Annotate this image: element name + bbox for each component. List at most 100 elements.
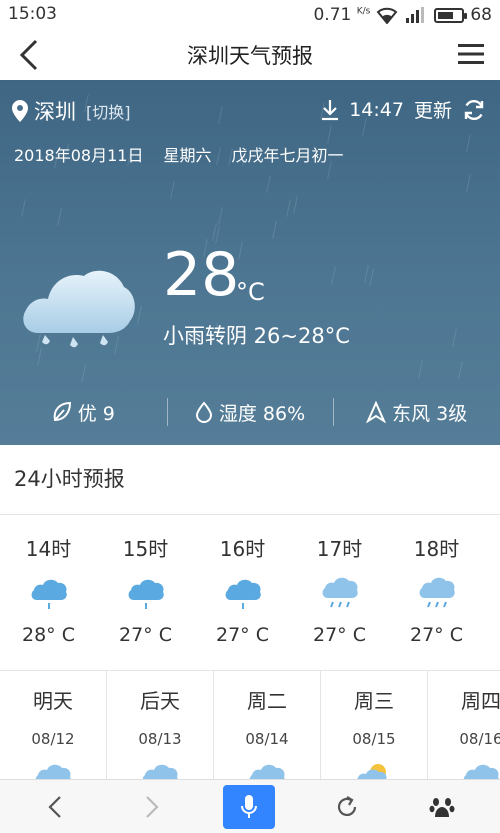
current-temperature: 28 bbox=[163, 240, 240, 310]
baidu-home-button[interactable] bbox=[415, 780, 469, 833]
baidu-paw-icon bbox=[429, 798, 455, 817]
day-date: 08/15 bbox=[352, 730, 396, 748]
page-title: 深圳天气预报 bbox=[187, 44, 313, 68]
leaf-icon bbox=[53, 401, 71, 422]
rain-streak bbox=[327, 125, 332, 143]
city-name: 深圳 bbox=[34, 100, 76, 124]
hour-label: 17时 bbox=[316, 537, 363, 561]
status-bar: 15:03 0.71 K/s 68 bbox=[0, 0, 500, 30]
sun-cloud-icon bbox=[354, 759, 394, 779]
humidity-value: 湿度 86% bbox=[218, 402, 306, 425]
nav-bar: 深圳天气预报 bbox=[0, 30, 500, 80]
rain-streak bbox=[466, 134, 471, 152]
rain-streak bbox=[170, 181, 175, 199]
browser-back-button[interactable] bbox=[28, 780, 82, 833]
hourly-forecast-title: 24小时预报 bbox=[14, 467, 125, 491]
daily-item[interactable]: 周二 08/14 bbox=[214, 671, 321, 779]
location-pin-icon bbox=[12, 100, 28, 122]
cloud-icon bbox=[247, 759, 287, 779]
chevron-right-icon bbox=[146, 796, 159, 818]
speed-unit: K/s bbox=[356, 6, 371, 17]
back-button[interactable] bbox=[14, 38, 44, 72]
update-time: 14:47 bbox=[349, 98, 404, 121]
weather-stats: 优 9 湿度 86% 东风 3级 bbox=[0, 380, 500, 444]
hour-label: 14时 bbox=[25, 537, 72, 561]
day-name: 周三 bbox=[354, 689, 394, 713]
lunar-date: 戊戌年七月初一 bbox=[231, 146, 344, 165]
hour-temperature: 27° C bbox=[119, 624, 172, 646]
update-info: 14:47 更新 bbox=[321, 96, 486, 123]
daily-item[interactable]: 周三 08/15 bbox=[321, 671, 428, 779]
daily-item[interactable]: 周四 08/16 bbox=[428, 671, 500, 779]
day-name: 周二 bbox=[247, 689, 287, 713]
battery-percent: 68 bbox=[470, 5, 492, 25]
daily-item[interactable]: 后天 08/13 bbox=[107, 671, 214, 779]
battery-icon bbox=[434, 7, 468, 23]
hourly-item: 16时 27° C bbox=[194, 515, 291, 670]
air-quality-value: 优 9 bbox=[77, 402, 115, 425]
hour-temperature: 28° C bbox=[22, 624, 75, 646]
switch-city-link[interactable]: [切换] bbox=[86, 99, 131, 123]
rain-streak bbox=[272, 221, 277, 239]
status-time: 15:03 bbox=[8, 4, 57, 24]
daily-item[interactable]: 明天 08/12 bbox=[0, 671, 107, 779]
cloud-icon bbox=[461, 759, 500, 779]
rain-streak bbox=[57, 208, 62, 226]
wind-direction-icon bbox=[366, 401, 387, 423]
download-icon[interactable] bbox=[321, 99, 339, 121]
rain-streak bbox=[466, 174, 471, 192]
hour-temperature: 27° C bbox=[410, 624, 463, 646]
browser-refresh-button[interactable] bbox=[320, 780, 374, 833]
day-name: 后天 bbox=[140, 689, 180, 713]
hourly-item: 15时 27° C bbox=[97, 515, 194, 670]
location[interactable]: 深圳 [切换] bbox=[12, 96, 131, 126]
update-label: 更新 bbox=[413, 100, 452, 122]
rain-streak bbox=[452, 329, 457, 347]
hour-temperature: 27° C bbox=[313, 624, 366, 646]
cloud-icon bbox=[140, 759, 180, 779]
wind-value: 东风 3级 bbox=[392, 402, 468, 425]
hour-temperature: 27° C bbox=[216, 624, 269, 646]
rain-cloud-icon bbox=[23, 270, 135, 348]
cloud-rain-icon bbox=[29, 576, 69, 612]
daily-forecast-list: 明天 08/12 后天 08/13 周二 08/14 周三 08/15 周四 0… bbox=[0, 671, 500, 779]
day-date: 08/13 bbox=[138, 730, 182, 748]
rain-streak bbox=[331, 267, 336, 285]
browser-forward-button[interactable] bbox=[125, 780, 179, 833]
day-name: 明天 bbox=[33, 689, 73, 713]
refresh-icon[interactable] bbox=[462, 98, 486, 122]
menu-icon[interactable] bbox=[458, 42, 484, 66]
cloud-rain-icon bbox=[417, 576, 457, 612]
water-drop-icon bbox=[195, 401, 212, 423]
chevron-left-icon bbox=[48, 796, 61, 818]
cloud-rain-icon bbox=[126, 576, 166, 612]
cloud-rain-icon bbox=[320, 576, 360, 612]
hourly-forecast-list: 14时 28° C 15时 27° C 16时 27° C 17时 27° C … bbox=[0, 515, 500, 670]
rain-streak bbox=[218, 106, 223, 124]
voice-search-button[interactable] bbox=[223, 785, 275, 829]
air-quality[interactable]: 优 9 bbox=[0, 380, 167, 444]
status-right: 0.71 K/s 68 bbox=[313, 4, 492, 26]
rain-streak bbox=[458, 361, 463, 379]
cloud-rain-icon bbox=[223, 576, 263, 612]
rain-streak bbox=[418, 360, 423, 378]
wifi-icon bbox=[376, 7, 398, 24]
cloud-icon bbox=[33, 759, 73, 779]
weather-condition: 小雨转阴 26~28°C bbox=[163, 324, 350, 348]
weekday: 星期六 bbox=[163, 146, 212, 165]
day-date: 08/14 bbox=[245, 730, 289, 748]
rain-streak bbox=[364, 265, 369, 283]
hourly-item: 18时 27° C bbox=[388, 515, 485, 670]
hour-label: 18时 bbox=[413, 537, 460, 561]
signal-icon bbox=[406, 7, 425, 23]
hourly-item: 14时 28° C bbox=[0, 515, 97, 670]
rain-streak bbox=[37, 348, 42, 366]
wind[interactable]: 东风 3级 bbox=[333, 380, 500, 444]
weather-panel: 深圳 [切换] 14:47 更新 2018年08月11日 星期六 戊戌年七月初一 bbox=[0, 80, 500, 445]
humidity[interactable]: 湿度 86% bbox=[166, 380, 334, 444]
network-speed: 0.71 K/s bbox=[313, 5, 371, 25]
day-name: 周四 bbox=[461, 689, 500, 713]
hourly-item: 17时 27° C bbox=[291, 515, 388, 670]
hour-label: 16时 bbox=[219, 537, 266, 561]
rain-streak bbox=[369, 269, 374, 287]
